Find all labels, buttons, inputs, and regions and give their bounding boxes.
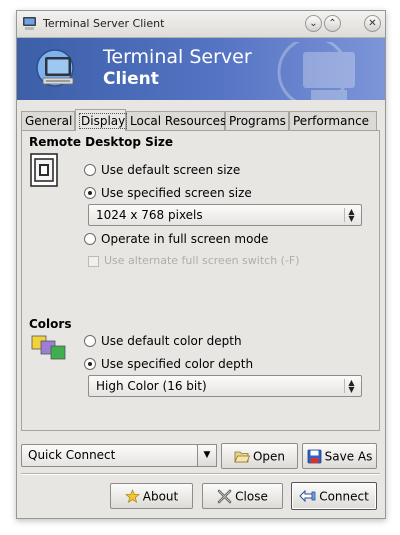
banner-title-line1: Terminal Server (103, 46, 252, 68)
close-button[interactable]: Close (202, 483, 283, 509)
specified-screen-size-label[interactable]: Use specified screen size (101, 186, 252, 200)
star-icon (124, 489, 140, 503)
color-depth-icon (31, 335, 66, 360)
about-button-label: About (142, 489, 179, 504)
close-x-icon (217, 489, 232, 504)
screen-size-value: 1024 x 768 pixels (96, 208, 203, 222)
fullscreen-label[interactable]: Operate in full screen mode (101, 232, 268, 246)
chevron-down-icon: ▼ (203, 450, 211, 460)
spin-arrows-icon: ▲ ▼ (344, 379, 358, 394)
connect-button-label: Connect (319, 489, 369, 504)
connect-button[interactable]: Connect (291, 482, 377, 510)
close-window-button[interactable]: ✕ (364, 15, 381, 32)
colors-section-title: Colors (29, 317, 72, 331)
close-button-label: Close (235, 489, 268, 504)
open-button-label: Open (252, 449, 286, 464)
about-button[interactable]: About (110, 483, 193, 509)
quick-connect-combo[interactable]: Quick Connect (21, 444, 198, 467)
default-screen-size-radio[interactable] (84, 164, 96, 176)
save-as-button[interactable]: Save As (302, 443, 377, 469)
default-color-depth-label[interactable]: Use default color depth (101, 334, 242, 348)
window-title: Terminal Server Client (43, 17, 165, 30)
maximize-button[interactable]: ⌃ (324, 15, 341, 32)
app-monitor-icon (23, 17, 36, 30)
specified-screen-size-radio[interactable] (84, 187, 96, 199)
tab-programs[interactable]: Programs (225, 111, 289, 130)
connect-arrow-icon (299, 489, 316, 503)
specified-color-depth-label[interactable]: Use specified color depth (101, 357, 253, 371)
screen-size-select[interactable]: 1024 x 768 pixels ▲ ▼ (88, 204, 362, 226)
tsclient-window: Terminal Server Client ⌄ ⌃ ✕ Terminal Se… (16, 10, 386, 519)
color-depth-value: High Color (16 bit) (96, 379, 207, 393)
remote-size-section-title: Remote Desktop Size (29, 135, 174, 149)
quick-connect-value: Quick Connect (28, 448, 116, 462)
save-as-button-label: Save As (324, 449, 373, 464)
quick-connect-dropdown-button[interactable]: ▼ (197, 444, 217, 467)
color-depth-select[interactable]: High Color (16 bit) ▲ ▼ (88, 375, 362, 397)
default-color-depth-radio[interactable] (84, 335, 96, 347)
minimize-button[interactable]: ⌄ (305, 15, 322, 32)
header-banner: Terminal Server Client (17, 38, 385, 100)
tab-programs-label: Programs (229, 114, 286, 128)
alt-fullscreen-checkbox[interactable] (88, 256, 99, 267)
tab-local-resources-label: Local Resources (130, 114, 227, 128)
display-panel: Remote Desktop Size Use default screen s… (21, 130, 380, 431)
screen-size-icon (30, 153, 58, 187)
tab-performance[interactable]: Performance (289, 111, 377, 130)
banner-title-line2: Client (103, 69, 159, 89)
computer-icon (36, 49, 74, 87)
specified-color-depth-radio[interactable] (84, 358, 96, 370)
alt-fullscreen-label: Use alternate full screen switch (-F) (104, 254, 300, 267)
fullscreen-radio[interactable] (84, 233, 96, 245)
spin-arrows-icon: ▲ ▼ (344, 208, 358, 223)
bottom-separator (21, 473, 380, 475)
watermark-monitor-icon (277, 42, 355, 100)
save-disk-icon (307, 449, 322, 464)
tab-general-label: General (25, 114, 73, 128)
title-bar[interactable]: Terminal Server Client ⌄ ⌃ ✕ (17, 11, 385, 38)
tab-local-resources[interactable]: Local Resources (126, 111, 227, 130)
tab-strip: General Display Local Resources Programs… (21, 109, 381, 131)
tab-general[interactable]: General (21, 111, 75, 130)
default-screen-size-label[interactable]: Use default screen size (101, 163, 240, 177)
tab-performance-label: Performance (293, 114, 370, 128)
tab-display[interactable]: Display (75, 109, 128, 131)
folder-open-icon (234, 451, 250, 463)
open-button[interactable]: Open (221, 443, 298, 469)
tab-display-label: Display (79, 113, 128, 129)
